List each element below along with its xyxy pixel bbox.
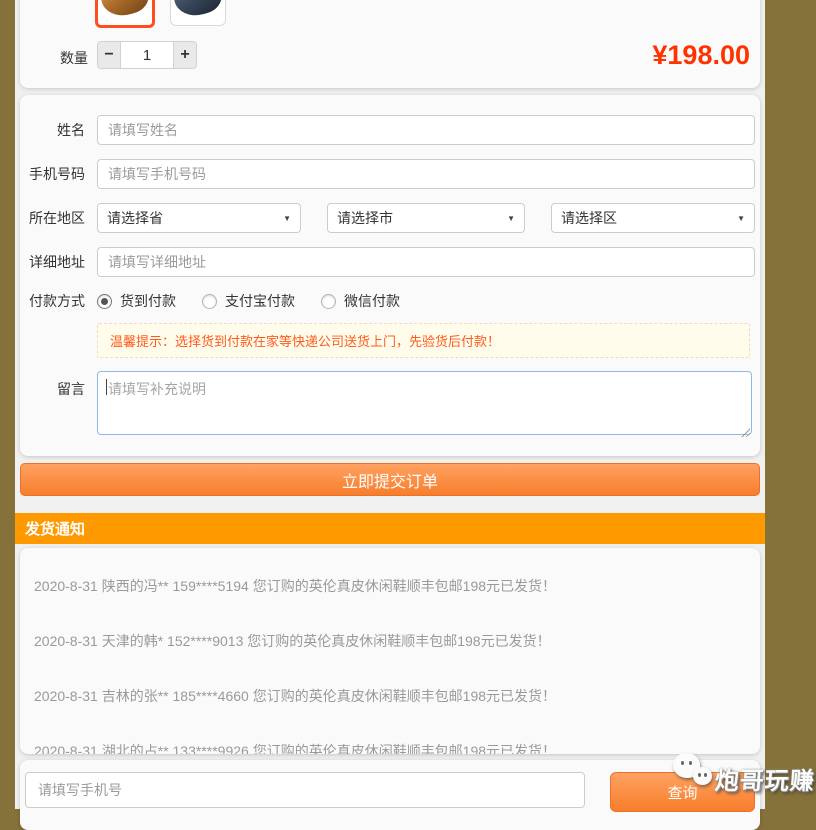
message-textarea[interactable] xyxy=(97,371,752,435)
notice-list-item: 2020-8-31 陕西的冯** 159****5194 您订购的英伦真皮休闲鞋… xyxy=(20,558,760,613)
shipping-notice-header: 发货通知 xyxy=(15,513,765,544)
order-form-card: 姓名 手机号码 所在地区 请选择省 ▼ 请选择市 ▼ 请选择区 ▼ xyxy=(20,95,760,456)
quantity-stepper: − + xyxy=(97,41,197,69)
province-select[interactable]: 请选择省 ▼ xyxy=(97,203,301,233)
shipping-notice-list: 2020-8-31 陕西的冯** 159****5194 您订购的英伦真皮休闲鞋… xyxy=(20,548,760,754)
phone-input[interactable] xyxy=(97,159,755,189)
radio-checked-icon[interactable] xyxy=(97,294,112,309)
navy-leather-shoe-image xyxy=(170,0,225,20)
notice-list-item: 2020-8-31 吉林的张** 185****4660 您订购的英伦真皮休闲鞋… xyxy=(20,668,760,723)
message-row: 留言 xyxy=(20,371,755,440)
quantity-label: 数量 xyxy=(60,48,88,68)
address-row: 详细地址 xyxy=(20,247,755,277)
message-textarea-wrap xyxy=(97,371,752,440)
payment-option-label: 货到付款 xyxy=(120,291,176,311)
payment-option-cod[interactable]: 货到付款 xyxy=(97,291,176,311)
radio-unchecked-icon[interactable] xyxy=(321,294,336,309)
brown-leather-shoe-image xyxy=(97,0,152,20)
quantity-input[interactable] xyxy=(121,41,173,69)
query-phone-input[interactable] xyxy=(25,772,585,808)
text-cursor xyxy=(106,379,107,395)
product-summary-card: 数量 − + ¥198.00 xyxy=(20,0,760,88)
payment-tip: 温馨提示：选择货到付款在家等快递公司送货上门，先验货后付款！ xyxy=(97,323,750,358)
region-selects: 请选择省 ▼ 请选择市 ▼ 请选择区 ▼ xyxy=(97,203,755,233)
payment-row: 付款方式 货到付款 支付宝付款 微信付款 xyxy=(20,291,755,311)
province-select-value: 请选择省 xyxy=(107,208,163,228)
notice-list-item: 2020-8-31 天津的韩* 152****9013 您订购的英伦真皮休闲鞋顺… xyxy=(20,613,760,668)
message-label: 留言 xyxy=(20,371,85,399)
payment-option-label: 支付宝付款 xyxy=(225,291,295,311)
payment-option-alipay[interactable]: 支付宝付款 xyxy=(202,291,295,311)
submit-order-button[interactable]: 立即提交订单 xyxy=(20,463,760,496)
phone-label: 手机号码 xyxy=(20,164,85,184)
radio-unchecked-icon[interactable] xyxy=(202,294,217,309)
notice-list-item: 2020-8-31 湖北的占** 133****9926 您订购的英伦真皮休闲鞋… xyxy=(20,723,760,754)
chevron-down-icon: ▼ xyxy=(737,214,745,223)
payment-option-wechat[interactable]: 微信付款 xyxy=(321,291,400,311)
district-select[interactable]: 请选择区 ▼ xyxy=(551,203,755,233)
name-label: 姓名 xyxy=(20,120,85,140)
payment-option-label: 微信付款 xyxy=(344,291,400,311)
payment-label: 付款方式 xyxy=(20,291,85,311)
product-thumbnail-selected[interactable] xyxy=(95,0,155,28)
name-input[interactable] xyxy=(97,115,755,145)
product-price: ¥198.00 xyxy=(652,40,750,71)
chevron-down-icon: ▼ xyxy=(283,214,291,223)
phone-row: 手机号码 xyxy=(20,159,755,189)
order-page: 数量 − + ¥198.00 姓名 手机号码 所在地区 请选择省 ▼ xyxy=(15,0,765,809)
name-row: 姓名 xyxy=(20,115,755,145)
quantity-decrease-button[interactable]: − xyxy=(97,41,121,69)
order-query-card: 查询 xyxy=(20,760,760,830)
chevron-down-icon: ▼ xyxy=(507,214,515,223)
region-label: 所在地区 xyxy=(20,208,85,228)
city-select-value: 请选择市 xyxy=(337,208,393,228)
address-label: 详细地址 xyxy=(20,252,85,272)
city-select[interactable]: 请选择市 ▼ xyxy=(327,203,525,233)
address-input[interactable] xyxy=(97,247,755,277)
quantity-increase-button[interactable]: + xyxy=(173,41,197,69)
product-thumbnail-alt[interactable] xyxy=(170,0,226,26)
query-button[interactable]: 查询 xyxy=(610,772,755,812)
district-select-value: 请选择区 xyxy=(561,208,617,228)
region-row: 所在地区 请选择省 ▼ 请选择市 ▼ 请选择区 ▼ xyxy=(20,203,755,233)
